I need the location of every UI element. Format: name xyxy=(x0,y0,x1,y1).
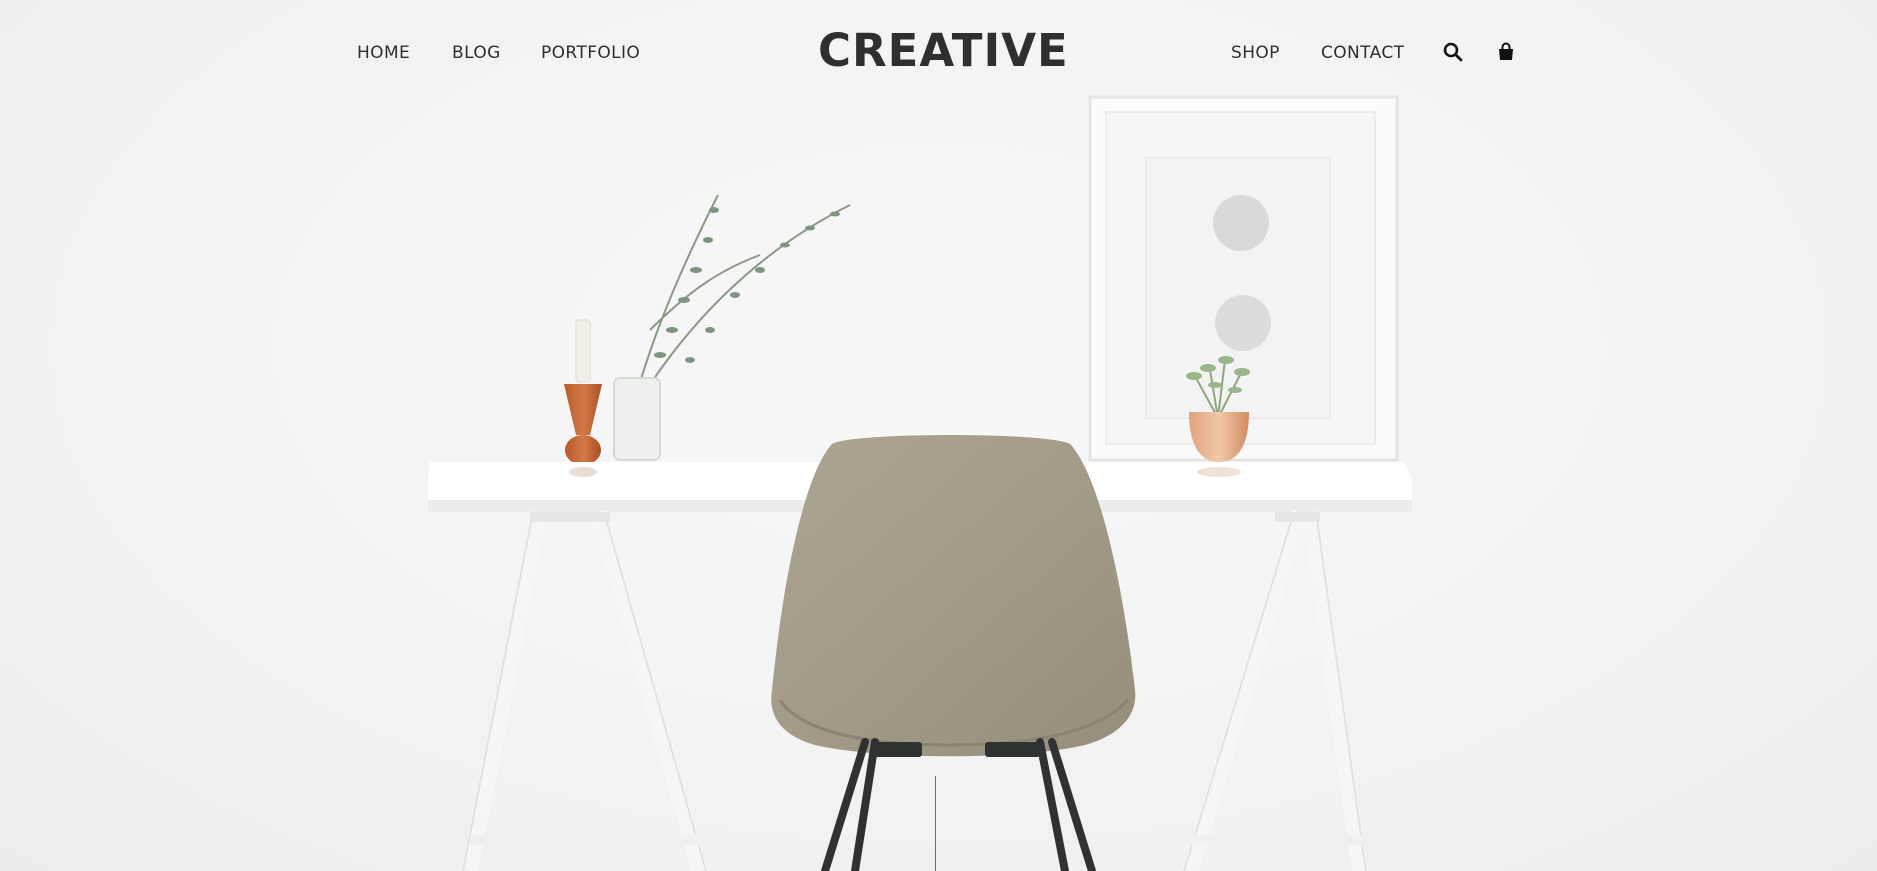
glass-vase xyxy=(613,377,661,461)
scroll-indicator xyxy=(935,776,936,871)
nav-shop-link[interactable]: SHOP xyxy=(1231,41,1280,65)
picture-frame xyxy=(1088,95,1399,462)
nav-contact-link[interactable]: CONTACT xyxy=(1321,41,1404,65)
search-icon xyxy=(1443,42,1463,62)
site-header: HOME BLOG PORTFOLIO CREATIVE SHOP CONTAC… xyxy=(0,0,1877,106)
nav-portfolio-link[interactable]: PORTFOLIO xyxy=(541,41,640,65)
search-button[interactable] xyxy=(1441,40,1465,64)
candle-holder xyxy=(564,319,602,465)
hero-image xyxy=(428,95,1412,871)
chair xyxy=(771,435,1136,871)
cart-button[interactable] xyxy=(1494,40,1518,64)
nav-home-link[interactable]: HOME xyxy=(357,41,410,65)
nav-blog-link[interactable]: BLOG xyxy=(452,41,501,65)
site-logo[interactable]: CREATIVE xyxy=(818,20,1069,82)
shopping-bag-icon xyxy=(1499,42,1513,60)
hero-section: HOME BLOG PORTFOLIO CREATIVE SHOP CONTAC… xyxy=(0,0,1877,871)
